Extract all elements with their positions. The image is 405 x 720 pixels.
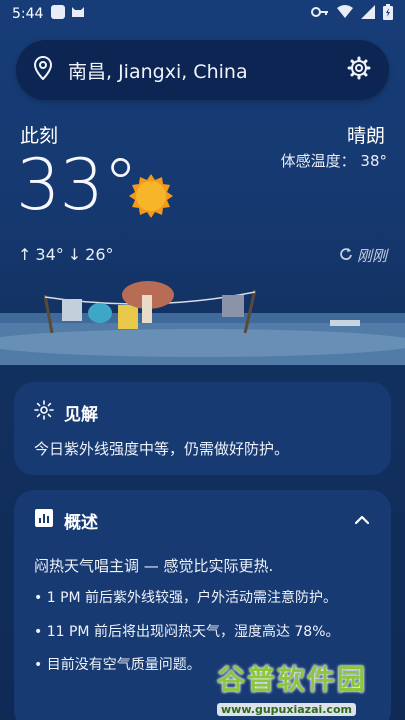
location-pin-icon [33, 55, 53, 84]
cat-notification-icon [71, 5, 85, 23]
overview-chart-icon [34, 508, 54, 533]
insights-text: 今日紫外线强度中等，仍需做好防护。 [34, 440, 290, 458]
insights-card[interactable]: 见解 今日紫外线强度中等，仍需做好防护。 [14, 382, 391, 475]
key-icon [311, 6, 329, 22]
location-text[interactable]: 南昌, Jiangxi, China [68, 57, 347, 84]
site-watermark: 谷普软件园 www.gupuxiazai.com [217, 658, 399, 716]
chevron-up-icon[interactable] [353, 511, 371, 531]
condition-text: 晴朗 [346, 125, 385, 147]
settings-gear-icon[interactable] [347, 56, 371, 84]
signal-icon [361, 5, 375, 23]
overview-title: 概述 [64, 513, 98, 533]
overview-bullet: • 1 PM 前后紫外线较强，户外活动需注意防护。 [34, 590, 338, 606]
weather-illustration [0, 203, 405, 365]
refresh-icon[interactable] [339, 247, 353, 265]
status-bar: 5:44 [0, 0, 405, 28]
status-time: 5:44 [12, 6, 44, 22]
feels-like-text: 体感温度： 38° [280, 152, 387, 170]
arrow-down-icon: ↓ [67, 245, 82, 264]
overview-bullet: • 11 PM 前后将出现闷热天气，湿度高达 78%。 [34, 623, 340, 640]
updated-text: 刚刚 [356, 247, 387, 265]
watermark-url: www.gupuxiazai.com [217, 703, 356, 716]
arrow-up-icon: ↑ [18, 245, 32, 264]
wifi-icon [337, 5, 353, 23]
overview-summary: 闷热天气唱主调 — 感觉比实际更热. [34, 557, 274, 575]
insights-sparkle-icon [34, 400, 54, 425]
current-temperature: 33° [16, 144, 138, 226]
watermark-title: 谷普软件园 [217, 663, 368, 696]
insights-title: 见解 [64, 405, 98, 425]
sunny-weather-icon [127, 172, 175, 220]
high-low-temps: ↑ 34° ↓ 26° [18, 245, 114, 264]
low-temp: 26° [85, 245, 114, 264]
high-temp: 34° [35, 245, 64, 264]
notification-app-icon [51, 5, 66, 19]
location-search-bar[interactable]: 南昌, Jiangxi, China [16, 40, 389, 100]
battery-icon [383, 4, 393, 24]
refresh-status[interactable]: 刚刚 [339, 245, 387, 266]
